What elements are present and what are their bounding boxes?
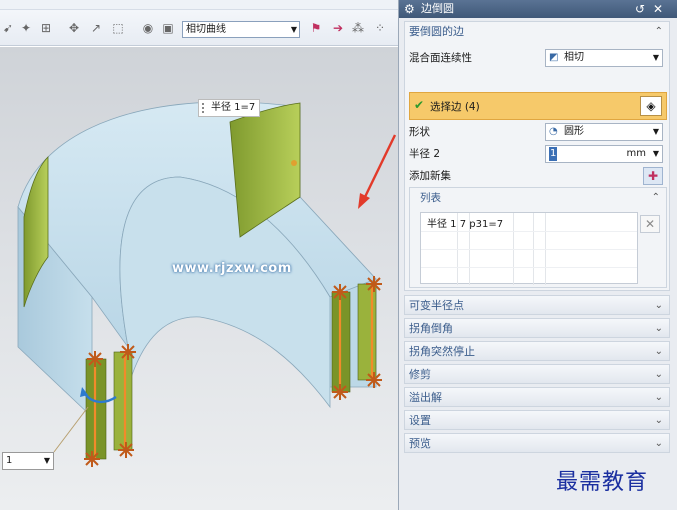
- group-title: 溢出解: [409, 391, 442, 404]
- blend-continuity-select[interactable]: ◩ 相切 ▼: [545, 49, 663, 67]
- chevron-down-icon: ▼: [652, 149, 659, 158]
- reset-icon[interactable]: ↺: [635, 0, 645, 18]
- shape-row: 形状 ◔ 圆形 ▼: [409, 122, 667, 142]
- dialog-titlebar: ⚙ 边倒圆 ↺ ✕: [399, 0, 677, 18]
- delete-list-item-button[interactable]: ✕: [640, 215, 660, 233]
- group-title: 拐角突然停止: [409, 345, 475, 358]
- chevron-down-icon: ▼: [290, 25, 297, 34]
- left-edge-band-2[interactable]: [113, 351, 133, 451]
- shape-value: 圆形: [564, 126, 584, 137]
- radius-label: 半径 2: [409, 148, 441, 160]
- tangent-icon: ◩: [549, 52, 559, 63]
- edge-group-header[interactable]: 要倒圆的边 ⌃: [405, 22, 669, 42]
- shape-select[interactable]: ◔ 圆形 ▼: [545, 123, 663, 141]
- chevron-down-icon: ⌄: [654, 438, 663, 449]
- shade-icon[interactable]: ◉: [140, 20, 156, 36]
- group-title: 预览: [409, 437, 431, 450]
- blend-continuity-value: 相切: [564, 52, 584, 63]
- group-title: 修剪: [409, 368, 431, 381]
- radius-unit: mm: [626, 148, 646, 159]
- annotation-arrow-icon: [358, 193, 370, 209]
- annotation-arrow-line: [362, 134, 397, 200]
- curve-rule-value: 相切曲线: [186, 24, 226, 35]
- list-row-divider: [421, 267, 637, 268]
- menu-strip: [0, 0, 398, 10]
- blend-continuity-row: 混合面连续性 ◩ 相切 ▼: [409, 48, 667, 68]
- callout-leader-line: [53, 406, 89, 453]
- chevron-down-icon: ⌄: [654, 392, 663, 403]
- cube-select-icon[interactable]: ◈: [640, 96, 662, 116]
- radius-list-table[interactable]: 半径 1 7 p31=7: [420, 212, 638, 285]
- scatter-icon[interactable]: ⁘: [372, 20, 388, 36]
- box-select-icon[interactable]: ⬚: [110, 20, 126, 36]
- chevron-down-icon: ⌄: [654, 323, 663, 334]
- chevron-down-icon: ▼: [43, 456, 50, 465]
- forward-icon[interactable]: ➔: [330, 20, 346, 36]
- onscreen-radius-dropdown[interactable]: 1 ▼: [2, 452, 54, 470]
- top-toolbar: ➹ ✦ ⊞ ✥ ↗ ⬚ ◉ ▣ 相切曲线 ▼ ⚑ ➔ ⁂ ⁘: [0, 0, 398, 46]
- arrow-icon[interactable]: ⚑: [308, 20, 324, 36]
- snap-point-icon[interactable]: ✦: [18, 20, 34, 36]
- radius-row: 半径 2 1 mm ▼: [409, 144, 667, 164]
- list-header[interactable]: 列表 ⌃: [410, 188, 666, 208]
- list-subgroup: 列表 ⌃ 半径 1 7 p31=7 ✕: [409, 187, 667, 288]
- move-icon[interactable]: ✥: [66, 20, 82, 36]
- curve-rule-select[interactable]: 相切曲线 ▼: [182, 21, 300, 38]
- group-title: 可变半径点: [409, 299, 464, 312]
- radius-input[interactable]: 1 mm ▼: [545, 145, 663, 163]
- circular-shape-icon: ◔: [549, 126, 558, 137]
- select-edge-row[interactable]: ✔ 选择边 (4) ◈: [409, 92, 667, 120]
- radius-callout[interactable]: 半径 1=7: [198, 99, 260, 117]
- chevron-down-icon: ⌄: [654, 369, 663, 380]
- select-edge-label: 选择边 (4): [430, 101, 480, 113]
- add-new-set-button[interactable]: ✚: [643, 167, 663, 185]
- settings-group[interactable]: 设置 ⌄: [404, 410, 670, 430]
- group-title: 设置: [409, 414, 431, 427]
- cube-view-icon[interactable]: ▣: [160, 20, 176, 36]
- brand-logo-text: 最需教育: [556, 470, 649, 495]
- preview-group[interactable]: 预览 ⌄: [404, 433, 670, 453]
- shape-label: 形状: [409, 126, 430, 138]
- grid-icon[interactable]: ⁂: [350, 20, 366, 36]
- group-title: 拐角倒角: [409, 322, 453, 335]
- list-item[interactable]: 半径 1 7 p31=7: [427, 215, 503, 230]
- graphics-viewport[interactable]: 半径 1=7 www.rjzxw.com 1 ▼: [0, 47, 398, 510]
- overflow-resolution-group[interactable]: 溢出解 ⌄: [404, 387, 670, 407]
- stop-short-of-corner-group[interactable]: 拐角突然停止 ⌄: [404, 341, 670, 361]
- list-title: 列表: [420, 192, 441, 204]
- gear-icon[interactable]: ⚙: [404, 0, 415, 18]
- chevron-down-icon: ⌄: [654, 300, 663, 311]
- curve-tool-icon[interactable]: ➹: [0, 20, 16, 36]
- blend-continuity-label: 混合面连续性: [409, 52, 472, 64]
- dialog-title: 边倒圆: [421, 2, 454, 15]
- chevron-down-icon: ⌄: [654, 415, 663, 426]
- edge-group-title: 要倒圆的边: [409, 25, 464, 38]
- watermark-text: www.rjzxw.com: [172, 261, 292, 276]
- chevron-down-icon: ▼: [652, 53, 659, 62]
- radius-callout-text: 半径 1=7: [211, 102, 256, 113]
- edge-to-blend-group: 要倒圆的边 ⌃ 混合面连续性 ◩ 相切 ▼ ✔ 选择边 (4) ◈ 形状 ◔ 圆…: [404, 21, 670, 291]
- chevron-up-icon: ⌃: [654, 26, 663, 37]
- chevron-up-icon: ⌃: [651, 192, 660, 203]
- chevron-down-icon: ▼: [652, 127, 659, 136]
- list-row-divider: [421, 249, 637, 250]
- edge-blend-dialog: ⚙ 边倒圆 ↺ ✕ 要倒圆的边 ⌃ 混合面连续性 ◩ 相切 ▼ ✔ 选择边 (4…: [398, 0, 677, 510]
- add-set-row: 添加新集 ✚: [409, 166, 667, 186]
- vector-icon[interactable]: ↗: [88, 20, 104, 36]
- drag-grip-icon[interactable]: [202, 103, 206, 113]
- variable-radius-points-group[interactable]: 可变半径点 ⌄: [404, 295, 670, 315]
- close-icon[interactable]: ✕: [653, 0, 663, 18]
- right-edge-band-2[interactable]: [357, 283, 377, 381]
- origin-point: [291, 160, 297, 166]
- check-icon: ✔: [414, 98, 425, 112]
- trim-group[interactable]: 修剪 ⌄: [404, 364, 670, 384]
- chevron-down-icon: ⌄: [654, 346, 663, 357]
- corner-setback-group[interactable]: 拐角倒角 ⌄: [404, 318, 670, 338]
- radius-value: 1: [549, 147, 558, 161]
- list-row-divider: [421, 231, 637, 232]
- select-filter-icon[interactable]: ⊞: [38, 20, 54, 36]
- add-set-label: 添加新集: [409, 170, 451, 182]
- onscreen-radius-value: 1: [6, 455, 13, 466]
